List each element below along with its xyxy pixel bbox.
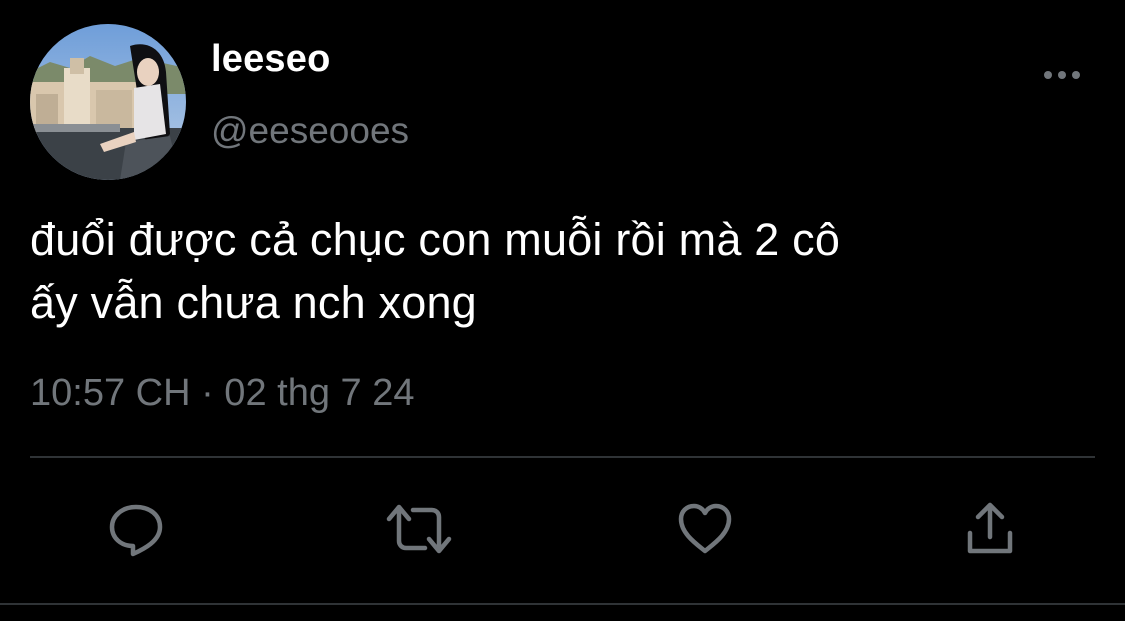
display-name[interactable]: leeseo xyxy=(211,38,331,81)
retweet-button[interactable] xyxy=(384,496,454,566)
speech-bubble-icon xyxy=(106,499,166,564)
bottom-divider xyxy=(0,603,1125,605)
user-handle[interactable]: @eeseooes xyxy=(211,110,409,152)
action-bar xyxy=(0,496,1125,566)
divider xyxy=(30,456,1095,458)
share-upload-icon xyxy=(960,499,1020,564)
tweet-text-line-2: ấy vẫn chưa nch xong xyxy=(30,277,477,328)
tweet-text-line-1: đuổi được cả chục con muỗi rồi mà 2 cô xyxy=(30,214,841,265)
reply-button[interactable] xyxy=(101,496,171,566)
heart-icon xyxy=(675,499,735,564)
retweet-arrows-icon xyxy=(383,499,455,564)
share-button[interactable] xyxy=(955,496,1025,566)
tweet-text: đuổi được cả chục con muỗi rồi mà 2 cô ấ… xyxy=(30,208,1090,334)
tweet-timestamp[interactable]: 10:57 CH · 02 thg 7 24 xyxy=(30,372,414,415)
more-options-icon[interactable] xyxy=(1036,60,1088,90)
like-button[interactable] xyxy=(670,496,740,566)
tweet-card: leeseo @eeseooes đuổi được cả chục con m… xyxy=(0,0,1125,621)
avatar[interactable] xyxy=(30,24,186,180)
